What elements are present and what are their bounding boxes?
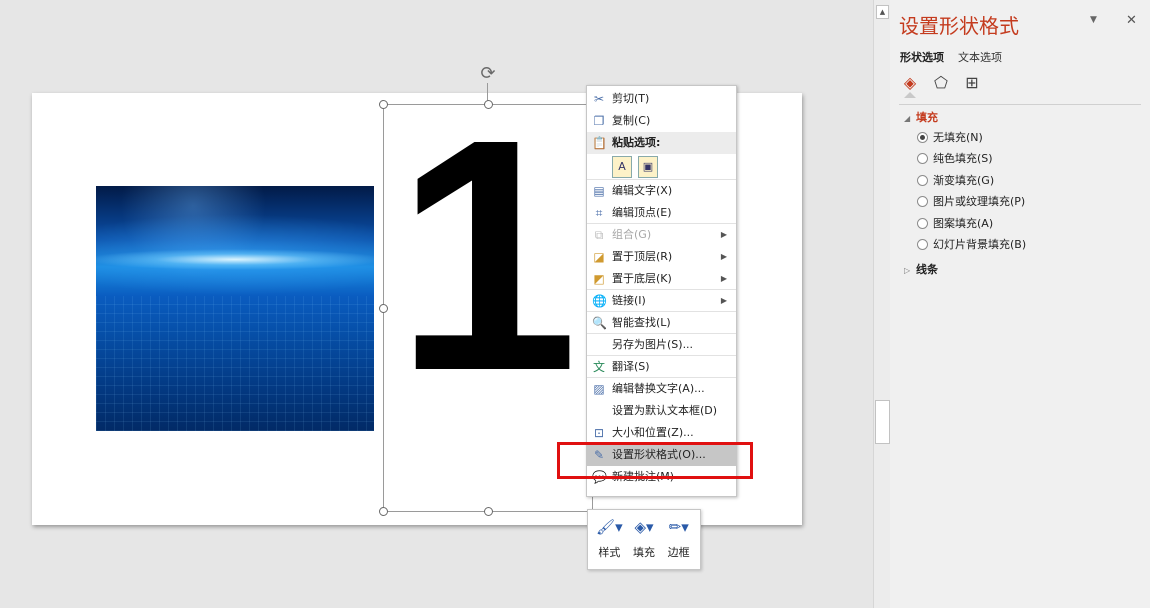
menu-item-bring-to-front[interactable]: ◪ 置于顶层(R) ▶ — [587, 246, 736, 268]
send-to-back-icon: ◩ — [593, 272, 605, 286]
paste-keep-text-only-icon[interactable]: A — [612, 155, 632, 178]
city-lights-texture — [96, 296, 374, 431]
radio-picture-texture-fill[interactable]: 图片或纹理填充(P) — [917, 194, 1025, 210]
effects-pentagon-icon[interactable]: ⬠ — [930, 72, 952, 94]
pane-title: 设置形状格式 — [899, 14, 1019, 38]
style-button[interactable]: 🖌▾ 样式 — [592, 516, 627, 569]
pen-outline-icon: ✏▾ — [668, 518, 689, 536]
scroll-up-arrow-icon[interactable]: ▲ — [876, 5, 889, 19]
context-menu: ✂ 剪切(T) ❐ 复制(C) 📋 粘贴选项: A ▣ ▤ 编辑文字(X) ⌗ 编辑顶点(… — [586, 85, 737, 497]
menu-item-edit-text[interactable]: ▤ 编辑文字(X) — [587, 180, 736, 202]
copy-icon: ❐ — [593, 114, 605, 128]
radio-slide-background-fill[interactable]: 幻灯片背景填充(B) — [917, 237, 1026, 253]
edit-text-icon: ▤ — [593, 184, 605, 198]
menu-item-paste-options: 📋 粘贴选项: — [587, 132, 736, 154]
active-tab-indicator — [904, 92, 916, 98]
radio-button — [917, 175, 928, 186]
radio-button — [917, 132, 928, 143]
fill-line-icon[interactable]: ◈ — [899, 72, 921, 94]
style-brush-icon: 🖌▾ — [596, 518, 623, 536]
submenu-arrow-icon: ▶ — [720, 230, 727, 239]
menu-item-copy[interactable]: ❐ 复制(C) — [587, 110, 736, 132]
bring-to-front-icon: ◪ — [593, 250, 605, 264]
resize-handle-bottom-left[interactable] — [379, 507, 388, 516]
fill-section-header[interactable]: ◢ 填充 — [904, 109, 938, 125]
resize-handle-top-left[interactable] — [379, 100, 388, 109]
format-shape-pane: 设置形状格式 ▼ ✕ 形状选项 文本选项 ◈ ⬠ ⊞ ◢ 填充 无填充(N) 纯色… — [890, 0, 1150, 608]
edit-points-icon: ⌗ — [595, 206, 603, 220]
slide-workspace: 1 ⟳ ✂ 剪切(T) ❐ 复制(C) 📋 粘贴选项: A ▣ ▤ 编辑文字(X) ⌗ 编… — [0, 0, 873, 608]
link-icon: 🌐 — [592, 294, 607, 308]
paste-options-row: A ▣ — [587, 154, 736, 180]
radio-button — [917, 196, 928, 207]
pane-divider — [899, 104, 1141, 105]
submenu-arrow-icon: ▶ — [720, 274, 727, 283]
menu-item-link[interactable]: 🌐 链接(I) ▶ — [587, 290, 736, 312]
menu-item-size-position[interactable]: ⊡ 大小和位置(Z)... — [587, 422, 736, 444]
submenu-arrow-icon: ▶ — [720, 252, 727, 261]
menu-item-group: ⧉ 组合(G) ▶ — [587, 224, 736, 246]
mini-toolbar: 🖌▾ 样式 ◈▾ 填充 ✏▾ 边框 — [587, 509, 701, 570]
vertical-scrollbar[interactable]: ▲ — [873, 0, 890, 608]
earth-picture[interactable] — [96, 186, 374, 431]
size-properties-icon[interactable]: ⊞ — [961, 72, 983, 94]
radio-no-fill[interactable]: 无填充(N) — [917, 130, 983, 146]
paint-bucket-icon: ◈▾ — [634, 518, 654, 536]
menu-item-translate[interactable]: 文翻译(S) — [587, 356, 736, 378]
tab-shape-options[interactable]: 形状选项 — [900, 49, 944, 65]
menu-item-smart-lookup[interactable]: 🔍 智能查找(L) — [587, 312, 736, 334]
menu-item-edit-points[interactable]: ⌗ 编辑顶点(E) — [587, 202, 736, 224]
close-icon[interactable]: ✕ — [1126, 13, 1137, 28]
alt-text-icon: ▨ — [593, 382, 605, 396]
expand-triangle-icon: ▷ — [904, 266, 911, 275]
resize-handle-bottom[interactable] — [484, 507, 493, 516]
radio-solid-fill[interactable]: 纯色填充(S) — [917, 151, 993, 167]
radio-button — [917, 218, 928, 229]
menu-item-set-default-textbox[interactable]: 设置为默认文本框(D) — [587, 400, 736, 422]
resize-handle-top[interactable] — [484, 100, 493, 109]
menu-item-cut[interactable]: ✂ 剪切(T) — [587, 88, 736, 110]
size-position-icon: ⊡ — [593, 426, 605, 440]
menu-item-save-as-picture[interactable]: 另存为图片(S)... — [587, 334, 736, 356]
tab-text-options[interactable]: 文本选项 — [958, 49, 1002, 65]
line-section-header[interactable]: ▷ 线条 — [904, 261, 938, 277]
paste-as-picture-icon[interactable]: ▣ — [638, 155, 658, 178]
rotate-handle-icon[interactable]: ⟳ — [478, 64, 498, 84]
collapse-triangle-icon: ◢ — [904, 114, 911, 123]
red-highlight-box — [557, 442, 753, 479]
menu-item-send-to-back[interactable]: ◩ 置于底层(K) ▶ — [587, 268, 736, 290]
translate-icon: 文 — [592, 360, 605, 374]
group-icon: ⧉ — [594, 228, 604, 242]
radio-pattern-fill[interactable]: 图案填充(A) — [917, 216, 993, 232]
scissors-icon: ✂ — [593, 92, 605, 106]
smart-lookup-icon: 🔍 — [592, 316, 607, 330]
scroll-thumb[interactable] — [875, 400, 890, 444]
radio-gradient-fill[interactable]: 渐变填充(G) — [917, 173, 994, 189]
submenu-arrow-icon: ▶ — [720, 296, 727, 305]
menu-item-alt-text[interactable]: ▨ 编辑替换文字(A)... — [587, 378, 736, 400]
radio-button — [917, 239, 928, 250]
radio-button — [917, 153, 928, 164]
pane-options-dropdown-icon[interactable]: ▼ — [1090, 15, 1097, 25]
paste-icon: 📋 — [592, 136, 607, 150]
outline-button[interactable]: ✏▾ 边框 — [661, 516, 696, 569]
fill-button[interactable]: ◈▾ 填充 — [627, 516, 662, 569]
resize-handle-left[interactable] — [379, 304, 388, 313]
